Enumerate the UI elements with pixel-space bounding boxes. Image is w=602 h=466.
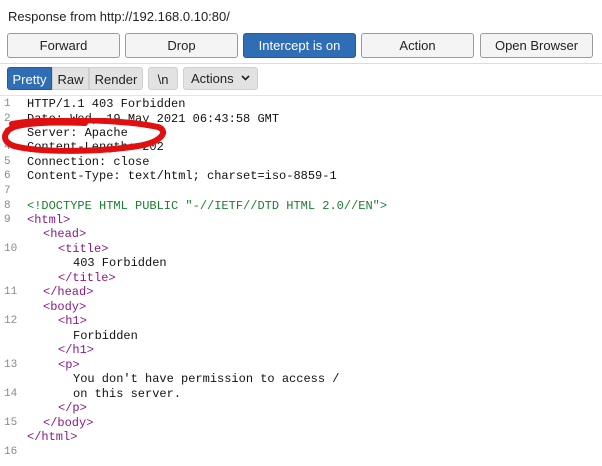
tab-render[interactable]: Render (89, 67, 143, 90)
server-header: Server: Apache (27, 126, 128, 140)
actions-dropdown[interactable]: Actions (183, 67, 258, 90)
status-line: HTTP/1.1 403 Forbidden (27, 97, 186, 111)
connection-header: Connection: close (27, 155, 150, 169)
response-editor[interactable]: 1 HTTP/1.1 403 Forbidden 2 Date: Wed, 19 M… (0, 95, 602, 466)
line-number: 9 (4, 214, 11, 226)
tab-raw[interactable]: Raw (52, 67, 89, 90)
line-number: 11 (4, 286, 18, 298)
line-number: 1 (4, 98, 11, 110)
date-header: Date: Wed, 19 May 2021 06:43:58 GMT (27, 112, 280, 126)
line-number: 7 (4, 185, 11, 197)
drop-button[interactable]: Drop (125, 33, 238, 58)
title-open-tag: <title> (58, 242, 109, 256)
line-number: 14 (4, 388, 18, 400)
line-number: 15 (4, 417, 18, 429)
line-number: 2 (4, 113, 11, 125)
line-number: 13 (4, 359, 18, 371)
html-close-tag: </html> (27, 430, 78, 444)
open-browser-button[interactable]: Open Browser (480, 33, 593, 58)
view-tabs: Pretty Raw Render \n Actions (0, 67, 602, 92)
h1-open-tag: <h1> (58, 314, 87, 328)
line-number: 5 (4, 156, 11, 168)
html-open-tag: <html> (27, 213, 71, 227)
intercept-toggle-button[interactable]: Intercept is on (243, 33, 356, 58)
title-close-tag: </title> (58, 271, 116, 285)
actions-label: Actions (191, 71, 234, 86)
h1-text: Forbidden (73, 329, 138, 343)
h1-close-tag: </h1> (58, 343, 95, 357)
head-open-tag: <head> (43, 227, 87, 241)
content-length-header: Content-Length: 202 (27, 140, 164, 154)
line-number: 4 (4, 141, 11, 153)
doctype-line: <!DOCTYPE HTML PUBLIC "-//IETF//DTD HTML… (27, 199, 388, 213)
tab-pretty[interactable]: Pretty (7, 67, 52, 90)
p-close-tag: </p> (58, 401, 87, 415)
line-number: 16 (4, 446, 18, 458)
p-text-line-2: on this server. (73, 387, 182, 401)
newline-toggle-button[interactable]: \n (148, 67, 178, 90)
p-open-tag: <p> (58, 358, 80, 372)
chevron-down-icon (241, 75, 250, 81)
body-open-tag: <body> (43, 300, 87, 314)
line-number: 12 (4, 315, 18, 327)
body-close-tag: </body> (43, 416, 94, 430)
intercept-toolbar: Forward Drop Intercept is on Action Open… (0, 33, 602, 61)
content-type-header: Content-Type: text/html; charset=iso-885… (27, 169, 337, 183)
line-number: 6 (4, 170, 11, 182)
line-number: 10 (4, 243, 18, 255)
line-number: 3 (4, 127, 11, 139)
p-text-line-1: You don't have permission to access / (73, 372, 340, 386)
response-title: Response from http://192.168.0.10:80/ (8, 9, 230, 24)
line-number: 8 (4, 200, 11, 212)
head-close-tag: </head> (43, 285, 94, 299)
action-button[interactable]: Action (361, 33, 474, 58)
forward-button[interactable]: Forward (7, 33, 120, 58)
title-text: 403 Forbidden (73, 256, 167, 270)
toolbar-divider (0, 63, 602, 64)
